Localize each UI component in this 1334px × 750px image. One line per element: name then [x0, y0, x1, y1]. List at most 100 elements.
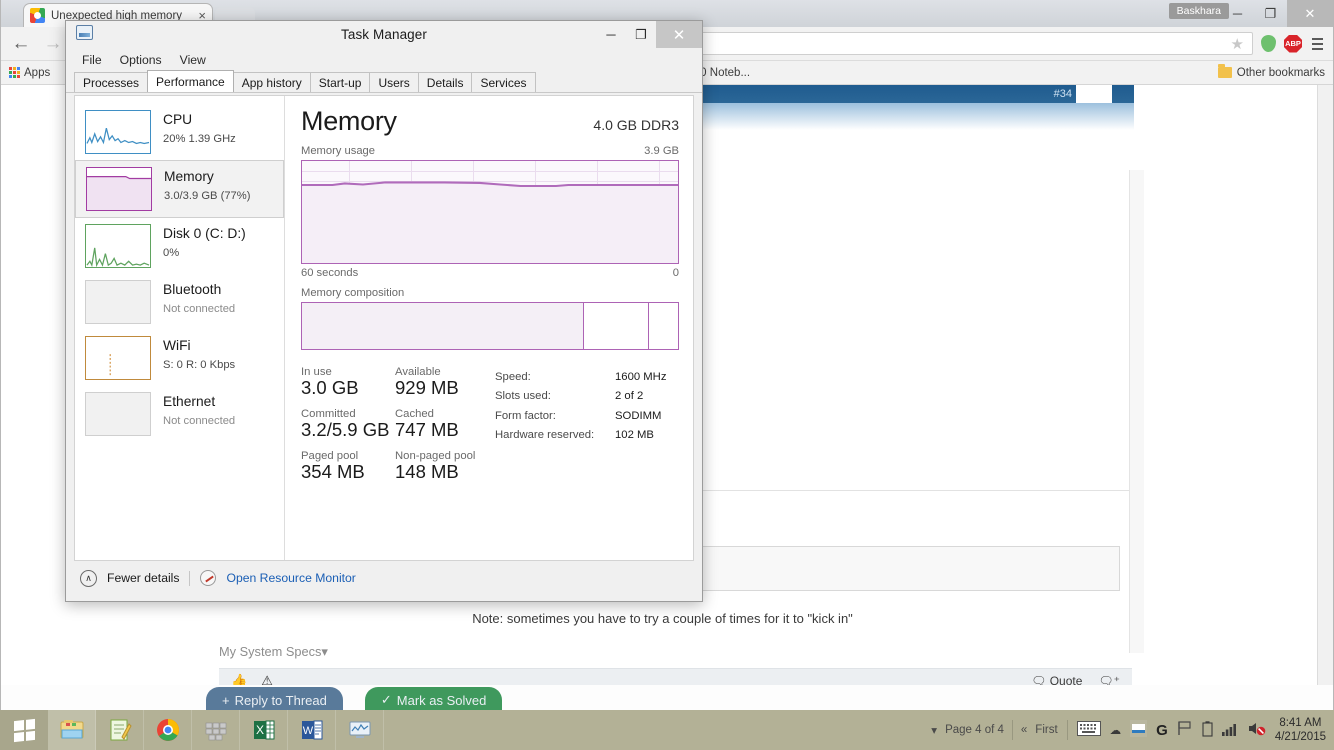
windows-taskbar: X W ▾ Page 4 of 4 « First ☁ G 8:41 AM 4/…: [0, 710, 1334, 750]
sidebar-item-ethernet[interactable]: Ethernet Not connected: [75, 386, 284, 442]
forward-icon[interactable]: →: [41, 33, 65, 55]
tab-performance[interactable]: Performance: [147, 70, 234, 92]
memory-stats-left: In use 3.0 GB Available 929 MB Committed…: [301, 366, 489, 483]
bookmark-star-icon[interactable]: ★: [1231, 35, 1244, 53]
adblock-plus-icon[interactable]: ABP: [1284, 34, 1302, 53]
network-signal-icon[interactable]: [1221, 722, 1239, 739]
taskbar-file-explorer[interactable]: [48, 710, 96, 750]
warning-icon[interactable]: ⚠: [261, 673, 273, 685]
memory-stats: In use 3.0 GB Available 929 MB Committed…: [301, 366, 679, 483]
back-icon[interactable]: ←: [9, 33, 33, 55]
sidebar-item-bluetooth[interactable]: Bluetooth Not connected: [75, 274, 284, 330]
task-manager-close-button[interactable]: ✕: [656, 21, 702, 48]
taskbar-notepad[interactable]: [96, 710, 144, 750]
wifi-graph-thumbnail-icon: [85, 336, 151, 380]
memory-composition-bar[interactable]: [301, 302, 679, 350]
sidebar-item-sub: S: 0 R: 0 Kbps: [163, 359, 236, 371]
start-button[interactable]: [0, 710, 48, 750]
browser-restore-button[interactable]: ❐: [1254, 0, 1287, 27]
task-manager-restore-button[interactable]: ❐: [626, 21, 656, 48]
memory-heading-row: Memory 4.0 GB DDR3: [301, 106, 679, 137]
word-icon: W: [301, 720, 322, 740]
resource-monitor-icon[interactable]: [200, 570, 217, 586]
quote-button[interactable]: 🗨 Quote: [1031, 674, 1082, 685]
first-page-icon[interactable]: «: [1021, 724, 1027, 736]
tab-users[interactable]: Users: [369, 72, 419, 92]
apps-shortcut[interactable]: Apps: [9, 67, 50, 79]
cpu-graph-thumbnail-icon: [85, 110, 151, 154]
quote-label: Quote: [1049, 673, 1083, 685]
logitech-icon[interactable]: G: [1156, 722, 1168, 739]
browser-minimize-button[interactable]: ─: [1221, 0, 1254, 27]
windows-logo-icon: [13, 718, 35, 742]
my-system-specs-link[interactable]: My System Specs▾: [191, 626, 1134, 660]
browser-close-button[interactable]: ✕: [1287, 0, 1333, 27]
excel-icon: X: [253, 720, 274, 740]
fewer-details-button[interactable]: Fewer details: [107, 571, 179, 585]
tab-processes[interactable]: Processes: [74, 72, 149, 92]
stat-non-paged-pool: Non-paged pool 148 MB: [395, 450, 489, 483]
svg-text:W: W: [302, 725, 313, 737]
menu-view[interactable]: View: [180, 53, 206, 67]
post-note: Note: sometimes you have to try a couple…: [472, 610, 853, 626]
composition-in-use-segment: [302, 303, 584, 349]
sidebar-item-disk0[interactable]: Disk 0 (C: D:) 0%: [75, 218, 284, 274]
multi-quote-icon[interactable]: 🗨⁺: [1098, 674, 1120, 685]
blue-app-icon[interactable]: [1130, 720, 1148, 740]
battery-icon[interactable]: [1202, 720, 1213, 740]
extension-green-icon[interactable]: [1261, 35, 1276, 52]
task-manager-tabs: Processes Performance App history Start-…: [66, 70, 702, 93]
other-bookmarks-folder[interactable]: Other bookmarks: [1217, 64, 1325, 79]
volume-muted-icon[interactable]: [1248, 721, 1266, 739]
stat-value: 3.2/5.9 GB: [301, 419, 390, 440]
stat-available: Available 929 MB: [395, 366, 489, 399]
sidebar-item-sub: 3.0/3.9 GB (77%): [164, 190, 251, 202]
taskbar-google-chrome[interactable]: [144, 710, 192, 750]
notepad-icon: [110, 719, 132, 741]
post-footer-bar: 👍 ⚠ 🗨 Quote 🗨⁺: [219, 667, 1132, 685]
page-scrollbar[interactable]: [1317, 85, 1333, 750]
taskbar-word[interactable]: W: [288, 710, 336, 750]
chrome-menu-icon[interactable]: [1310, 37, 1325, 50]
stat-value: 747 MB: [395, 419, 459, 440]
page-caret-icon[interactable]: ▾: [931, 723, 937, 737]
sidebar-item-memory[interactable]: Memory 3.0/3.9 GB (77%): [75, 160, 284, 218]
menu-options[interactable]: Options: [120, 53, 162, 67]
clock[interactable]: 8:41 AM 4/21/2015: [1275, 716, 1326, 745]
tab-details[interactable]: Details: [417, 72, 473, 92]
cloud-icon[interactable]: ☁: [1110, 723, 1122, 737]
keyboard-icon[interactable]: [1076, 721, 1101, 739]
taskbar-task-manager[interactable]: [336, 710, 384, 750]
info-value: 1600 MHz: [615, 371, 667, 383]
first-page-label[interactable]: First: [1035, 724, 1057, 736]
open-resource-monitor-link[interactable]: Open Resource Monitor: [226, 571, 355, 585]
check-icon: ✓: [380, 692, 392, 707]
flag-icon[interactable]: [1177, 721, 1193, 739]
page-inner-scrollbar[interactable]: [1129, 170, 1144, 653]
info-key: Hardware reserved:: [495, 429, 595, 442]
sidebar-item-name: Disk 0 (C: D:): [163, 226, 246, 241]
other-bookmarks-label: Other bookmarks: [1236, 66, 1325, 79]
tab-services[interactable]: Services: [471, 72, 536, 92]
browser-user-chip[interactable]: Baskhara: [1168, 3, 1229, 19]
taskbar-calculator[interactable]: [192, 710, 240, 750]
menu-file[interactable]: File: [82, 53, 102, 67]
sidebar-item-cpu[interactable]: CPU 20% 1.39 GHz: [75, 104, 284, 160]
tab-app-history[interactable]: App history: [232, 72, 311, 92]
tab-start-up[interactable]: Start-up: [309, 72, 371, 92]
stat-row: Paged pool 354 MB Non-paged pool 148 MB: [301, 450, 489, 483]
memory-graph-thumbnail-icon: [86, 167, 152, 211]
sidebar-item-labels: Disk 0 (C: D:) 0%: [163, 224, 246, 261]
sidebar-item-wifi[interactable]: WiFi S: 0 R: 0 Kbps: [75, 330, 284, 386]
task-manager-minimize-button[interactable]: ─: [596, 21, 626, 48]
chevron-up-icon[interactable]: ∧: [80, 569, 97, 587]
task-manager-window-buttons: ─ ❐ ✕: [596, 21, 702, 48]
stat-row: Committed 3.2/5.9 GB Cached 747 MB: [301, 408, 489, 441]
info-row-slots: Slots used: 2 of 2: [495, 387, 667, 406]
thumbs-up-icon[interactable]: 👍: [231, 673, 247, 685]
screen: Unexpected high memory × Baskhara ─ ❐ ✕ …: [0, 0, 1334, 750]
clock-time: 8:41 AM: [1279, 716, 1322, 729]
sidebar-item-labels: Memory 3.0/3.9 GB (77%): [164, 167, 250, 204]
bluetooth-graph-thumbnail-icon: [85, 280, 151, 324]
taskbar-excel[interactable]: X: [240, 710, 288, 750]
